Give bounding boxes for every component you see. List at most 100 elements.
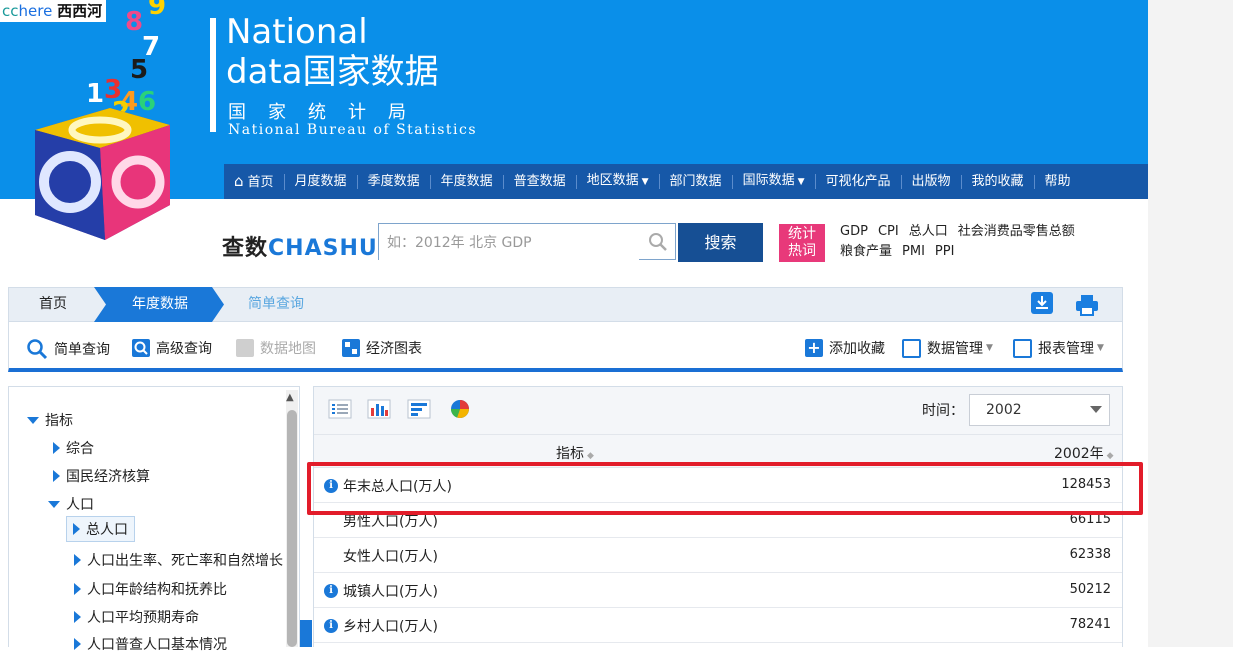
hot-word-link[interactable]: CPI — [878, 224, 899, 239]
column-header-indicator[interactable]: 指标 ◆ — [556, 443, 594, 463]
search-icon[interactable] — [648, 232, 668, 252]
simple-query-button[interactable]: 简单查询 — [26, 338, 110, 360]
tree-item[interactable]: 人口普查人口基本情况 — [74, 634, 227, 654]
search-input[interactable] — [379, 224, 639, 261]
breadcrumb-annual[interactable]: 年度数据 — [94, 287, 224, 322]
hot-word-link[interactable]: 粮食产量 — [840, 244, 892, 259]
tree-item-total-population[interactable]: 总人口 — [66, 516, 135, 542]
breadcrumb-home[interactable]: 首页 — [8, 287, 98, 322]
hot-word-link[interactable]: 总人口 — [909, 224, 948, 239]
nav-regional[interactable]: 地区数据 ▼ — [577, 174, 660, 189]
nav-annual[interactable]: 年度数据 — [431, 174, 504, 189]
nav-census[interactable]: 普查数据 — [504, 174, 577, 189]
tree-root[interactable]: 指标 — [27, 410, 73, 430]
search-icon — [27, 339, 48, 360]
pie-chart-icon[interactable] — [448, 398, 472, 420]
horizontal-bar-icon[interactable] — [407, 398, 431, 420]
nav-monthly[interactable]: 月度数据 — [285, 174, 358, 189]
chevron-down-icon: ▼ — [797, 177, 805, 187]
hot-words-badge: 统计 热词 — [779, 224, 825, 262]
search-box — [378, 223, 676, 261]
panel-toggle-tab[interactable] — [300, 620, 312, 647]
breadcrumb-current: 简单查询 — [248, 296, 304, 312]
main-nav: ⌂ 首页 月度数据 季度数据 年度数据 普查数据 地区数据 ▼ 部门数据 国际数据 ▼… — [224, 164, 1148, 199]
caret-right-icon — [74, 638, 81, 650]
logo-divider — [210, 18, 216, 132]
nav-home[interactable]: ⌂ 首页 — [224, 171, 285, 190]
hot-word-link[interactable]: PMI — [902, 244, 925, 259]
column-header-year[interactable]: 2002年 ◆ — [1054, 443, 1114, 463]
page-margin — [1148, 0, 1233, 647]
caret-right-icon — [74, 611, 81, 623]
svg-text:5: 5 — [130, 55, 148, 85]
sort-icon: ◆ — [587, 451, 594, 461]
bar-chart-icon[interactable] — [367, 398, 391, 420]
logo-bureau-cn: 国家统计局 — [228, 102, 428, 123]
list-icon — [902, 338, 921, 358]
caret-right-icon — [73, 523, 80, 535]
data-map-button[interactable]: 数据地图 — [236, 338, 316, 358]
table-view-icon[interactable] — [328, 398, 352, 420]
nav-quarterly[interactable]: 季度数据 — [358, 174, 431, 189]
svg-text:9: 9 — [148, 0, 166, 21]
caret-right-icon — [74, 554, 81, 566]
hot-word-link[interactable]: GDP — [840, 224, 868, 239]
caret-down-icon — [48, 500, 60, 508]
tree-item[interactable]: 综合 — [53, 438, 94, 458]
watermark-cc: cc — [2, 2, 19, 20]
info-icon[interactable]: i — [324, 619, 338, 633]
map-icon — [236, 339, 254, 357]
sort-icon: ◆ — [1106, 451, 1114, 461]
nav-international[interactable]: 国际数据 ▼ — [733, 174, 816, 189]
cube-logo-icon: 8 9 7 5 1 3 4 6 2 — [35, 0, 170, 240]
hot-word-link[interactable]: 社会消费品零售总额 — [958, 224, 1075, 239]
info-icon[interactable]: i — [324, 584, 338, 598]
tree-item-population[interactable]: 人口 — [48, 494, 94, 514]
nav-departmental[interactable]: 部门数据 — [660, 174, 733, 189]
time-select[interactable]: 2002 — [969, 394, 1110, 426]
chevron-down-icon: ▼ — [986, 343, 993, 353]
report-management-menu[interactable]: 报表管理 ▼ — [1013, 338, 1104, 358]
nav-help[interactable]: 帮助 — [1035, 174, 1081, 189]
chart-icon — [342, 339, 360, 357]
nav-visualization[interactable]: 可视化产品 — [816, 174, 902, 189]
time-label: 时间： — [922, 403, 964, 419]
print-icon[interactable] — [1075, 294, 1099, 316]
caret-right-icon — [74, 583, 81, 595]
table-row[interactable]: i 城镇人口(万人) 50212 — [314, 573, 1122, 608]
caret-right-icon — [53, 470, 60, 482]
chashu-logo: 查数CHASHU — [222, 236, 378, 261]
tree-item[interactable]: 人口出生率、死亡率和自然增长 — [74, 550, 283, 570]
svg-text:1: 1 — [86, 79, 104, 109]
table-row[interactable]: i 乡村人口(万人) 78241 — [314, 608, 1122, 643]
download-icon[interactable] — [1031, 292, 1053, 314]
chevron-down-icon[interactable] — [1090, 406, 1102, 413]
hot-word-link[interactable]: PPI — [935, 244, 955, 259]
plus-icon: + — [805, 339, 823, 357]
svg-text:8: 8 — [125, 7, 143, 37]
caret-right-icon — [53, 442, 60, 454]
tree-item[interactable]: 人口年龄结构和抚养比 — [74, 579, 227, 599]
logo-data-title: data国家数据 — [226, 52, 439, 92]
tree-scroll-thumb[interactable] — [287, 410, 297, 647]
logo-bureau-en: National Bureau of Statistics — [228, 122, 478, 138]
tree-item[interactable]: 国民经济核算 — [53, 466, 150, 486]
nav-publications[interactable]: 出版物 — [902, 174, 962, 189]
table-row[interactable]: 女性人口(万人) 62338 — [314, 538, 1122, 573]
tree-item[interactable]: 人口平均预期寿命 — [74, 607, 199, 627]
chevron-down-icon: ▼ — [1097, 343, 1104, 353]
add-favorite-button[interactable]: + 添加收藏 — [805, 338, 885, 358]
data-management-menu[interactable]: 数据管理 ▼ — [902, 338, 993, 358]
svg-text:6: 6 — [138, 87, 156, 117]
caret-down-icon — [27, 416, 39, 424]
search-button[interactable]: 搜索 — [678, 223, 763, 262]
advanced-query-button[interactable]: 高级查询 — [132, 338, 212, 358]
chevron-down-icon: ▼ — [641, 177, 649, 187]
scroll-up-icon[interactable]: ▲ — [286, 392, 294, 403]
table-icon — [1013, 338, 1032, 358]
highlight-annotation-box — [307, 462, 1143, 515]
economic-chart-button[interactable]: 经济图表 — [342, 338, 422, 358]
nav-favorites[interactable]: 我的收藏 — [962, 174, 1035, 189]
hot-words-list: GDP CPI 总人口 社会消费品零售总额 粮食产量 PMI PPI — [840, 222, 1120, 262]
home-icon: ⌂ — [234, 171, 244, 190]
